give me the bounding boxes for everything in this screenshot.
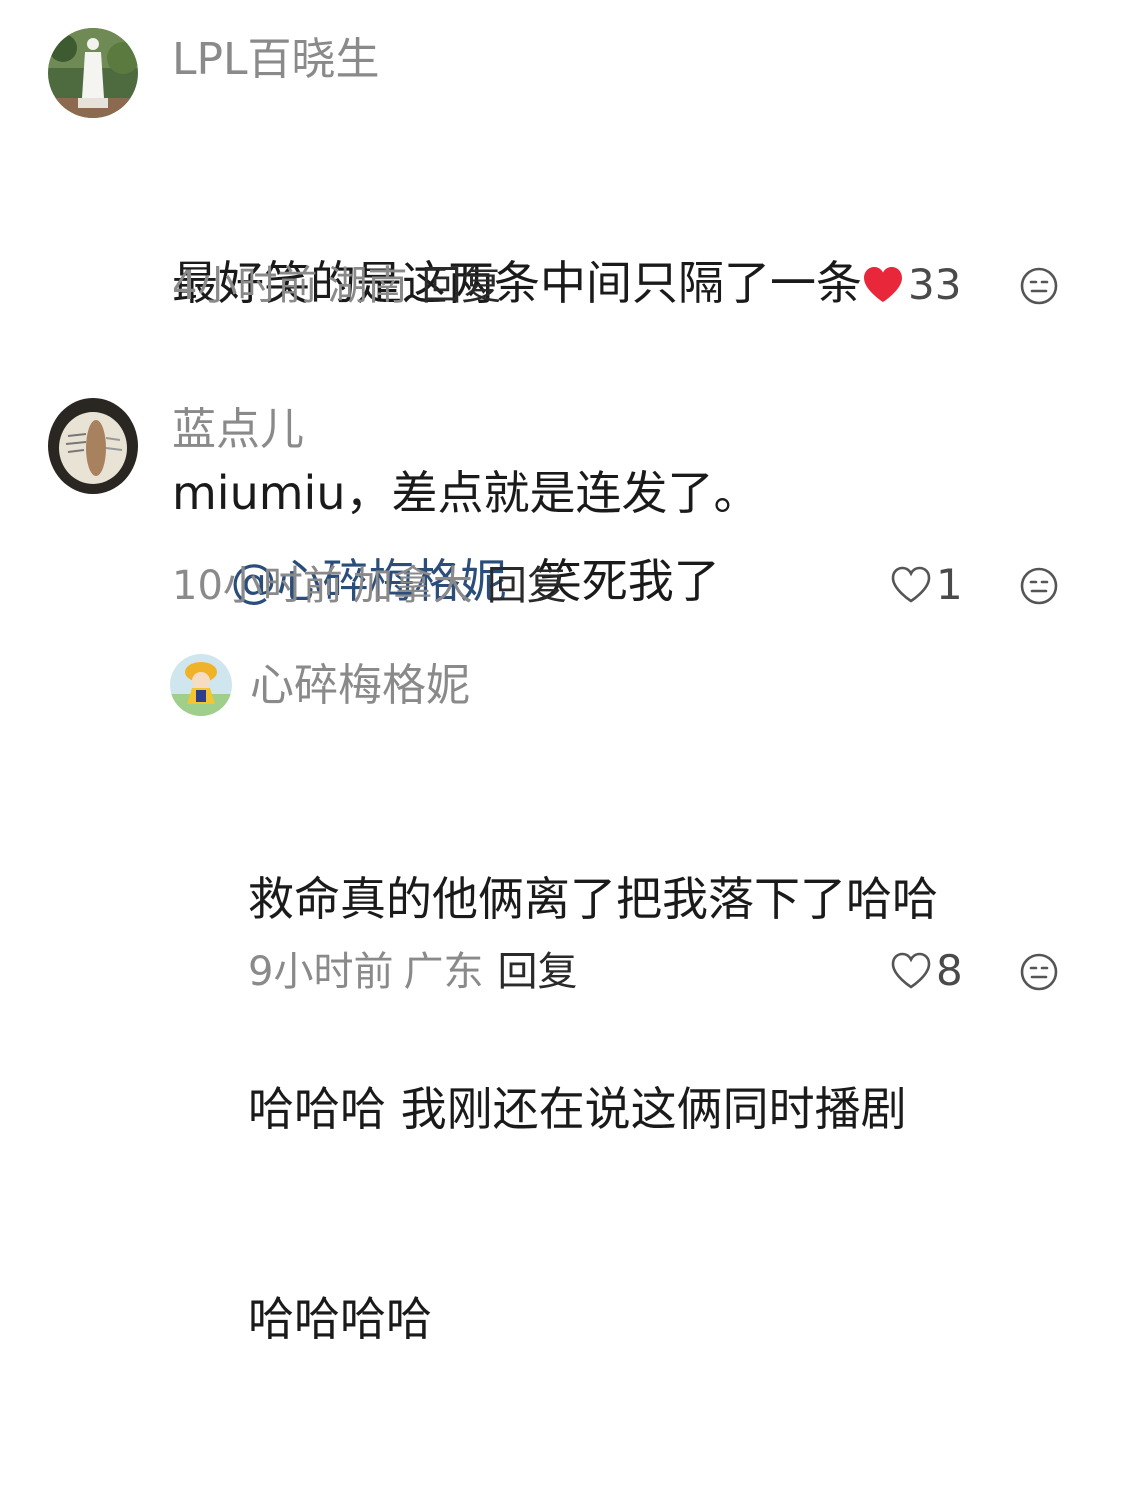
- timestamp: 10小时前: [172, 563, 343, 609]
- emoji-react-button[interactable]: [1019, 566, 1059, 606]
- heart-outline-icon: [891, 952, 931, 989]
- comment-text-line: 哈哈哈哈: [248, 1292, 432, 1346]
- location: 加拿大: [352, 563, 473, 609]
- reply-comment: 心碎梅格妮 救命真的他俩离了把我落下了哈哈 哈哈哈 我刚还在说这俩同时播剧 哈哈…: [0, 640, 1121, 1346]
- heart-outline-icon: [891, 566, 931, 603]
- neutral-face-icon: [1020, 953, 1058, 991]
- timestamp: 9小时前: [248, 949, 394, 995]
- timestamp: 4小时前: [172, 263, 318, 309]
- comment-text-line: 哈哈哈 我刚还在说这俩同时播剧: [248, 1082, 907, 1136]
- location: 湖南: [327, 263, 408, 309]
- like-button[interactable]: 33: [862, 264, 961, 306]
- comment-1: LPL百晓生 最好笑的是这两条中间只隔了一条 miumiu，差点就是连发了。 4…: [0, 0, 1121, 520]
- reply-button[interactable]: 回复: [497, 949, 577, 995]
- like-count: 1: [936, 560, 963, 609]
- avatar[interactable]: [48, 398, 138, 494]
- avatar[interactable]: [170, 654, 232, 716]
- username[interactable]: 心碎梅格妮: [250, 664, 470, 708]
- heart-filled-icon: [864, 267, 902, 302]
- comment-2: 蓝点儿 @心碎梅格妮 笑死我了 10小时前 加拿大 回复 1: [0, 380, 1121, 630]
- comment-text-line: 救命真的他俩离了把我落下了哈哈: [248, 872, 938, 926]
- comment-meta: 9小时前 广东 回复: [248, 952, 577, 992]
- neutral-face-icon: [1020, 267, 1058, 305]
- comment-text: 救命真的他俩离了把我落下了哈哈 哈哈哈 我刚还在说这俩同时播剧 哈哈哈哈: [248, 724, 938, 1494]
- like-count: 8: [936, 946, 963, 995]
- location: 广东: [403, 949, 484, 995]
- avatar[interactable]: [48, 28, 138, 118]
- comment-meta: 4小时前 湖南 回复: [172, 266, 501, 306]
- comment-meta: 10小时前 加拿大 回复: [172, 566, 567, 606]
- reply-button[interactable]: 回复: [421, 263, 501, 309]
- emoji-react-button[interactable]: [1019, 952, 1059, 992]
- username[interactable]: LPL百晓生: [172, 38, 380, 82]
- statue-avatar-icon: [48, 28, 138, 118]
- like-button[interactable]: 1: [890, 564, 963, 606]
- like-button[interactable]: 8: [890, 950, 963, 992]
- reply-button[interactable]: 回复: [487, 563, 567, 609]
- like-count: 33: [908, 260, 962, 309]
- emoji-react-button[interactable]: [1019, 266, 1059, 306]
- cartoon-girl-avatar-icon: [170, 654, 232, 716]
- username[interactable]: 蓝点儿: [172, 408, 304, 452]
- neutral-face-icon: [1020, 567, 1058, 605]
- apple-avatar-icon: [48, 398, 138, 494]
